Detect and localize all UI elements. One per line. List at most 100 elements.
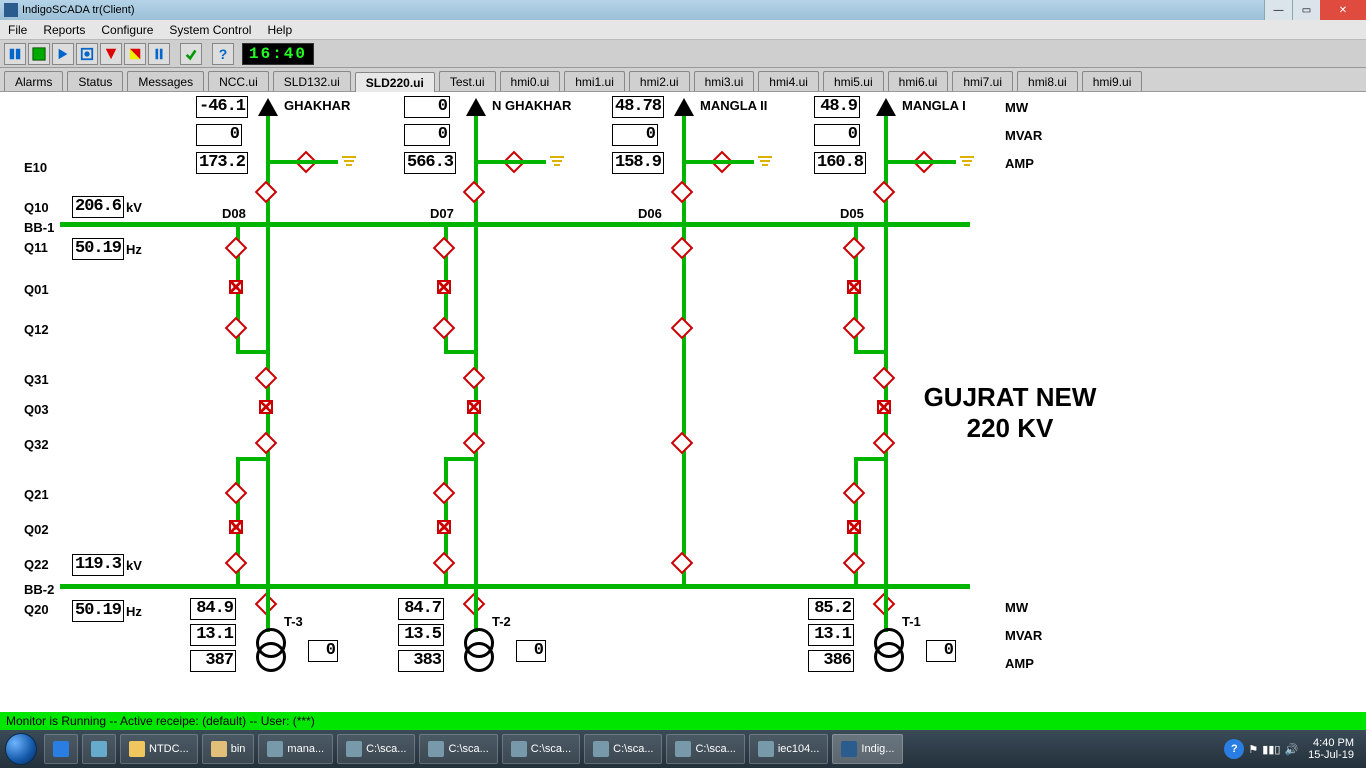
tray-clock[interactable]: 4:40 PM 15-Jul-19 <box>1302 737 1360 761</box>
bb2-kv-readout: 119.3 <box>72 554 124 576</box>
switch-q12-feeder1[interactable] <box>433 317 456 340</box>
taskbar-pinned-ie[interactable] <box>44 734 78 764</box>
taskbar-item-4[interactable]: C:\sca... <box>419 734 497 764</box>
switch-q03-feeder1[interactable] <box>467 400 481 414</box>
switch-q21-feeder3[interactable] <box>843 482 866 505</box>
taskbar-item-6[interactable]: C:\sca... <box>584 734 662 764</box>
switch-q22-feeder2[interactable] <box>671 552 694 575</box>
switch-q12-feeder3[interactable] <box>843 317 866 340</box>
menu-help[interactable]: Help <box>259 23 300 37</box>
switch-q11-feeder1[interactable] <box>433 237 456 260</box>
console-icon <box>511 741 527 757</box>
taskbar-item-5[interactable]: C:\sca... <box>502 734 580 764</box>
tab-sld220[interactable]: SLD220.ui <box>355 72 435 92</box>
menu-reports[interactable]: Reports <box>35 23 93 37</box>
menu-file[interactable]: File <box>0 23 35 37</box>
switch-q22-feeder0[interactable] <box>225 552 248 575</box>
d07-mw: 0 <box>404 96 450 118</box>
tab-hmi5[interactable]: hmi5.ui <box>823 71 884 91</box>
taskbar-item-3[interactable]: C:\sca... <box>337 734 415 764</box>
taskbar-item-9[interactable]: Indig... <box>832 734 903 764</box>
switch-q03-feeder0[interactable] <box>259 400 273 414</box>
switch-q22-feeder1[interactable] <box>433 552 456 575</box>
tab-messages[interactable]: Messages <box>127 71 204 91</box>
taskbar-pinned-calc[interactable] <box>82 734 116 764</box>
toolbar-btn-5[interactable] <box>100 43 122 65</box>
taskbar-item-1[interactable]: bin <box>202 734 255 764</box>
switch-q31-feeder0[interactable] <box>255 367 278 390</box>
tab-sld132[interactable]: SLD132.ui <box>273 71 351 91</box>
taskbar-item-2[interactable]: mana... <box>258 734 333 764</box>
switch-q01-feeder3[interactable] <box>847 280 861 294</box>
tab-hmi0[interactable]: hmi0.ui <box>500 71 561 91</box>
switch-q12-feeder0[interactable] <box>225 317 248 340</box>
switch-q32-feeder1[interactable] <box>463 432 486 455</box>
menu-system-control[interactable]: System Control <box>161 23 259 37</box>
switch-q32-feeder2[interactable] <box>671 432 694 455</box>
switch-q02-feeder1[interactable] <box>437 520 451 534</box>
tray-help-icon[interactable]: ? <box>1224 739 1244 759</box>
tab-hmi4[interactable]: hmi4.ui <box>758 71 819 91</box>
taskbar-item-7[interactable]: C:\sca... <box>666 734 744 764</box>
tray-flag-icon[interactable]: ⚑ <box>1248 743 1258 756</box>
tab-hmi2[interactable]: hmi2.ui <box>629 71 690 91</box>
tab-test[interactable]: Test.ui <box>439 71 496 91</box>
window-close-button[interactable]: ✕ <box>1320 0 1366 20</box>
toolbar-btn-ack[interactable] <box>180 43 202 65</box>
toolbar-btn-4[interactable] <box>76 43 98 65</box>
toolbar-btn-6[interactable] <box>124 43 146 65</box>
feeder-label-n-ghakhar: N GHAKHAR <box>492 98 571 113</box>
switch-q10-feeder2[interactable] <box>671 181 694 204</box>
switch-q03-feeder3[interactable] <box>877 400 891 414</box>
switch-q31-feeder1[interactable] <box>463 367 486 390</box>
switch-q22-feeder3[interactable] <box>843 552 866 575</box>
taskbar-item-8[interactable]: iec104... <box>749 734 829 764</box>
tab-hmi3[interactable]: hmi3.ui <box>694 71 755 91</box>
switch-q10-feeder3[interactable] <box>873 181 896 204</box>
toolbar-btn-3[interactable] <box>52 43 74 65</box>
switch-q10-feeder0[interactable] <box>255 181 278 204</box>
tab-hmi8[interactable]: hmi8.ui <box>1017 71 1078 91</box>
transformer-icon[interactable] <box>256 628 280 668</box>
switch-q12-feeder2[interactable] <box>671 317 694 340</box>
row-label-q21: Q21 <box>24 487 49 502</box>
switch-q11-feeder3[interactable] <box>843 237 866 260</box>
transformer-icon[interactable] <box>464 628 488 668</box>
tab-status[interactable]: Status <box>67 71 123 91</box>
console-icon <box>428 741 444 757</box>
busbar-2 <box>60 584 970 589</box>
tab-hmi9[interactable]: hmi9.ui <box>1082 71 1143 91</box>
switch-q32-feeder3[interactable] <box>873 432 896 455</box>
switch-q31-feeder3[interactable] <box>873 367 896 390</box>
switch-q21-feeder0[interactable] <box>225 482 248 505</box>
switch-q02-feeder3[interactable] <box>847 520 861 534</box>
transformer-icon[interactable] <box>874 628 898 668</box>
taskbar-item-0[interactable]: NTDC... <box>120 734 198 764</box>
switch-q11-feeder0[interactable] <box>225 237 248 260</box>
tab-hmi1[interactable]: hmi1.ui <box>564 71 625 91</box>
switch-q01-feeder0[interactable] <box>229 280 243 294</box>
toolbar-btn-1[interactable] <box>4 43 26 65</box>
did-d08: D08 <box>222 206 246 221</box>
bb1-hz-readout: 50.19 <box>72 238 124 260</box>
switch-q11-feeder2[interactable] <box>671 237 694 260</box>
switch-q02-feeder0[interactable] <box>229 520 243 534</box>
switch-q32-feeder0[interactable] <box>255 432 278 455</box>
tab-hmi6[interactable]: hmi6.ui <box>888 71 949 91</box>
window-minimize-button[interactable]: — <box>1264 0 1292 20</box>
tab-hmi7[interactable]: hmi7.ui <box>952 71 1013 91</box>
taskbar-item-label: C:\sca... <box>448 743 488 755</box>
switch-q21-feeder1[interactable] <box>433 482 456 505</box>
toolbar-btn-7[interactable] <box>148 43 170 65</box>
toolbar-btn-help[interactable]: ? <box>212 43 234 65</box>
tab-ncc[interactable]: NCC.ui <box>208 71 269 91</box>
window-maximize-button[interactable]: ▭ <box>1292 0 1320 20</box>
switch-q01-feeder1[interactable] <box>437 280 451 294</box>
tray-network-icon[interactable]: ▮▮▯ <box>1262 743 1280 756</box>
toolbar-btn-2[interactable] <box>28 43 50 65</box>
menu-configure[interactable]: Configure <box>93 23 161 37</box>
tab-alarms[interactable]: Alarms <box>4 71 63 91</box>
start-button[interactable] <box>0 730 42 768</box>
tray-volume-icon[interactable]: 🔊 <box>1284 743 1298 756</box>
switch-q10-feeder1[interactable] <box>463 181 486 204</box>
